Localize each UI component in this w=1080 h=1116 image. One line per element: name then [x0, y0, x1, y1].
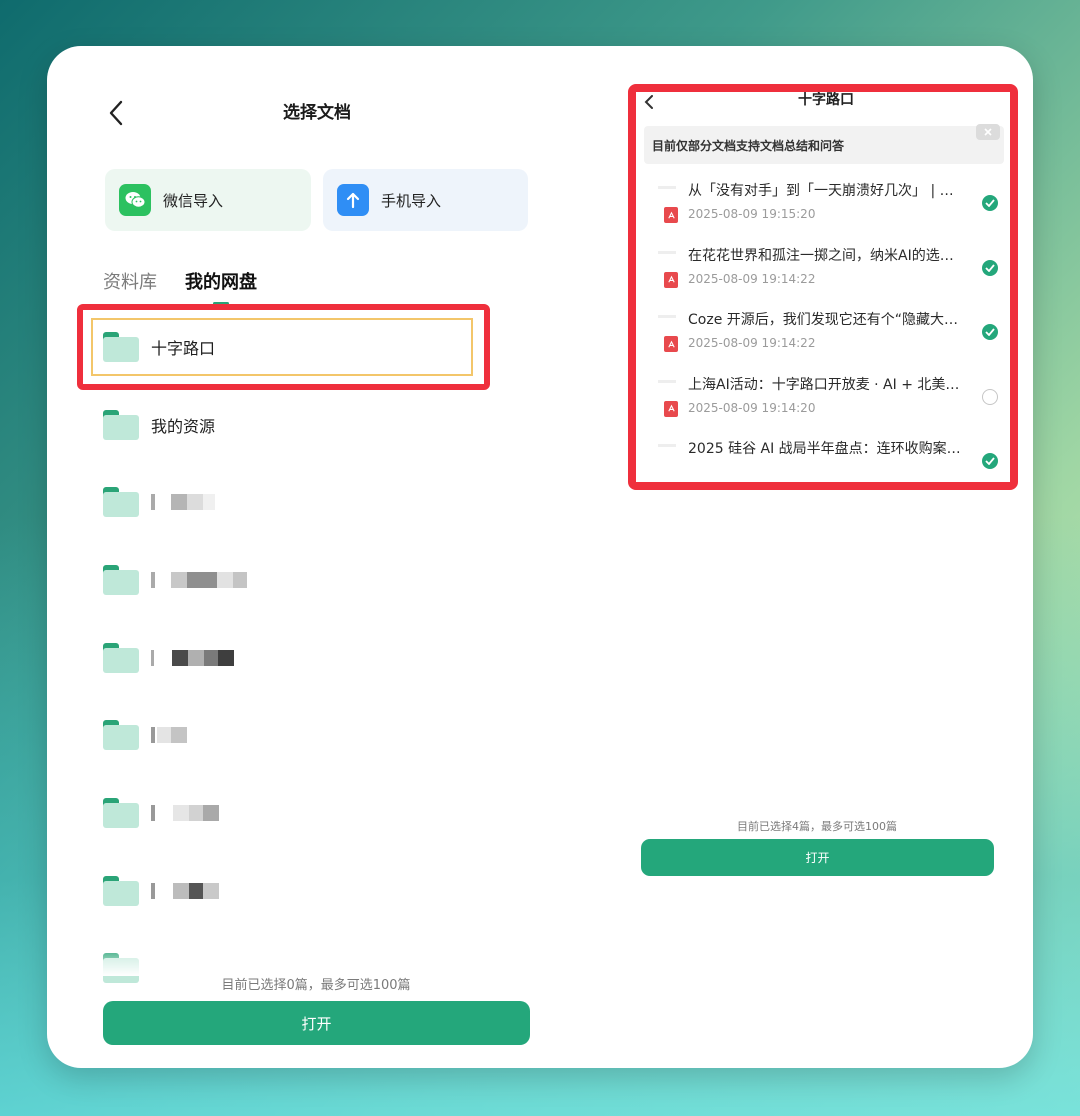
pdf-icon — [664, 271, 678, 288]
upload-arrow-icon — [337, 184, 369, 216]
document-date: 2025-08-09 19:14:22 — [688, 271, 816, 286]
preview-title: 十字路口 — [798, 92, 854, 108]
check-icon[interactable] — [982, 324, 998, 340]
check-icon[interactable] — [982, 259, 998, 276]
check-icon[interactable] — [982, 453, 998, 469]
redacted-name — [151, 804, 219, 821]
wechat-icon — [119, 184, 151, 216]
highlight-box-folder — [77, 304, 490, 390]
tab-my-drive[interactable]: 我的网盘 — [185, 270, 257, 296]
chevron-left-icon — [109, 100, 123, 126]
pdf-icon — [664, 336, 678, 352]
folder-row-redacted[interactable] — [103, 619, 533, 697]
folder-icon — [103, 409, 139, 440]
doc-placeholder-line — [658, 186, 676, 189]
source-tabs: 资料库 我的网盘 — [103, 270, 257, 296]
folder-icon — [103, 564, 139, 595]
tab-library[interactable]: 资料库 — [103, 270, 157, 296]
doc-placeholder-line — [658, 444, 676, 447]
folder-row-redacted[interactable] — [103, 541, 533, 619]
redacted-name — [151, 649, 234, 666]
wechat-import-button[interactable]: 微信导入 — [105, 169, 311, 231]
doc-placeholder-line — [658, 379, 676, 383]
back-button[interactable] — [101, 98, 131, 128]
support-notice-text: 目前仅部分文档支持文档总结和问答 — [652, 138, 845, 153]
folder-list: 十字路口 我的资源 — [103, 308, 533, 1007]
document-item[interactable]: 从「没有对手」到「一天崩溃好几次」 | … 2025-08-09 19:15:2… — [644, 172, 1004, 237]
doc-placeholder-line — [658, 250, 676, 254]
page-title: 选择文档 — [283, 103, 351, 123]
folder-icon — [103, 487, 139, 518]
check-icon[interactable] — [982, 195, 998, 211]
document-list: 从「没有对手」到「一天崩溃好几次」 | … 2025-08-09 19:15:2… — [644, 172, 1004, 482]
document-title: 上海AI活动：十字路口开放麦 · AI + 北美… — [688, 376, 960, 393]
document-date: 2025-08-09 19:15:20 — [688, 207, 816, 221]
chevron-left-icon — [644, 95, 653, 109]
phone-import-button[interactable]: 手机导入 — [323, 169, 528, 231]
open-button[interactable]: 打开 — [103, 1001, 530, 1045]
close-icon[interactable] — [976, 124, 1000, 140]
redacted-name — [151, 727, 187, 744]
folder-row-my-resources[interactable]: 我的资源 — [103, 386, 533, 464]
selection-status: 目前已选择0篇，最多可选100篇 — [221, 978, 411, 993]
document-item[interactable]: Coze 开源后，我们发现它还有个“隐藏大… 2025-08-09 19:14:… — [644, 301, 1004, 366]
document-item[interactable]: 在花花世界和孤注一掷之间，纳米AI的选… 2025-08-09 19:14:22 — [644, 237, 1004, 302]
folder-icon — [103, 797, 139, 828]
folder-icon — [103, 875, 139, 906]
preview-open-button[interactable]: 打开 — [641, 839, 994, 876]
redacted-name — [151, 571, 247, 588]
folder-row-redacted[interactable] — [103, 852, 533, 930]
document-date: 2025-08-09 19:14:22 — [688, 336, 816, 350]
redacted-name — [151, 494, 215, 511]
document-picker-card: 选择文档 微信导入 手机导入 资料库 我的网盘 十字路口 我的资源 目前已选择0… — [47, 46, 1033, 1068]
preview-selection-status: 目前已选择4篇，最多可选100篇 — [737, 820, 897, 833]
redacted-name — [151, 882, 219, 899]
document-item[interactable]: 上海AI活动：十字路口开放麦 · AI + 北美… 2025-08-09 19:… — [644, 366, 1004, 431]
pdf-icon — [664, 400, 678, 417]
document-date: 2025-08-09 19:14:20 — [688, 400, 816, 415]
folder-name: 我的资源 — [151, 416, 216, 436]
document-title: 从「没有对手」到「一天崩溃好几次」 | … — [688, 183, 954, 199]
document-title: 2025 硅谷 AI 战局半年盘点：连环收购案… — [688, 441, 960, 457]
preview-back-button[interactable] — [644, 94, 654, 113]
document-item[interactable]: 2025 硅谷 AI 战局半年盘点：连环收购案… — [644, 430, 1004, 482]
folder-icon — [103, 720, 139, 751]
folder-icon — [103, 642, 139, 673]
folder-row-redacted[interactable] — [103, 463, 533, 541]
list-fade — [87, 946, 547, 976]
folder-row-redacted[interactable] — [103, 774, 533, 852]
phone-import-label: 手机导入 — [381, 191, 442, 210]
wechat-import-label: 微信导入 — [163, 191, 224, 210]
folder-row-redacted[interactable] — [103, 696, 533, 774]
unchecked-circle-icon[interactable] — [982, 388, 998, 405]
folder-preview-panel: 十字路口 目前仅部分文档支持文档总结和问答 从「没有对手」到「一天崩溃好几次」 … — [628, 84, 1018, 490]
doc-placeholder-line — [658, 315, 676, 318]
support-notice: 目前仅部分文档支持文档总结和问答 — [644, 124, 1004, 164]
pdf-icon — [664, 207, 678, 223]
document-title: 在花花世界和孤注一掷之间，纳米AI的选… — [688, 247, 954, 264]
document-title: Coze 开源后，我们发现它还有个“隐藏大… — [688, 312, 959, 328]
